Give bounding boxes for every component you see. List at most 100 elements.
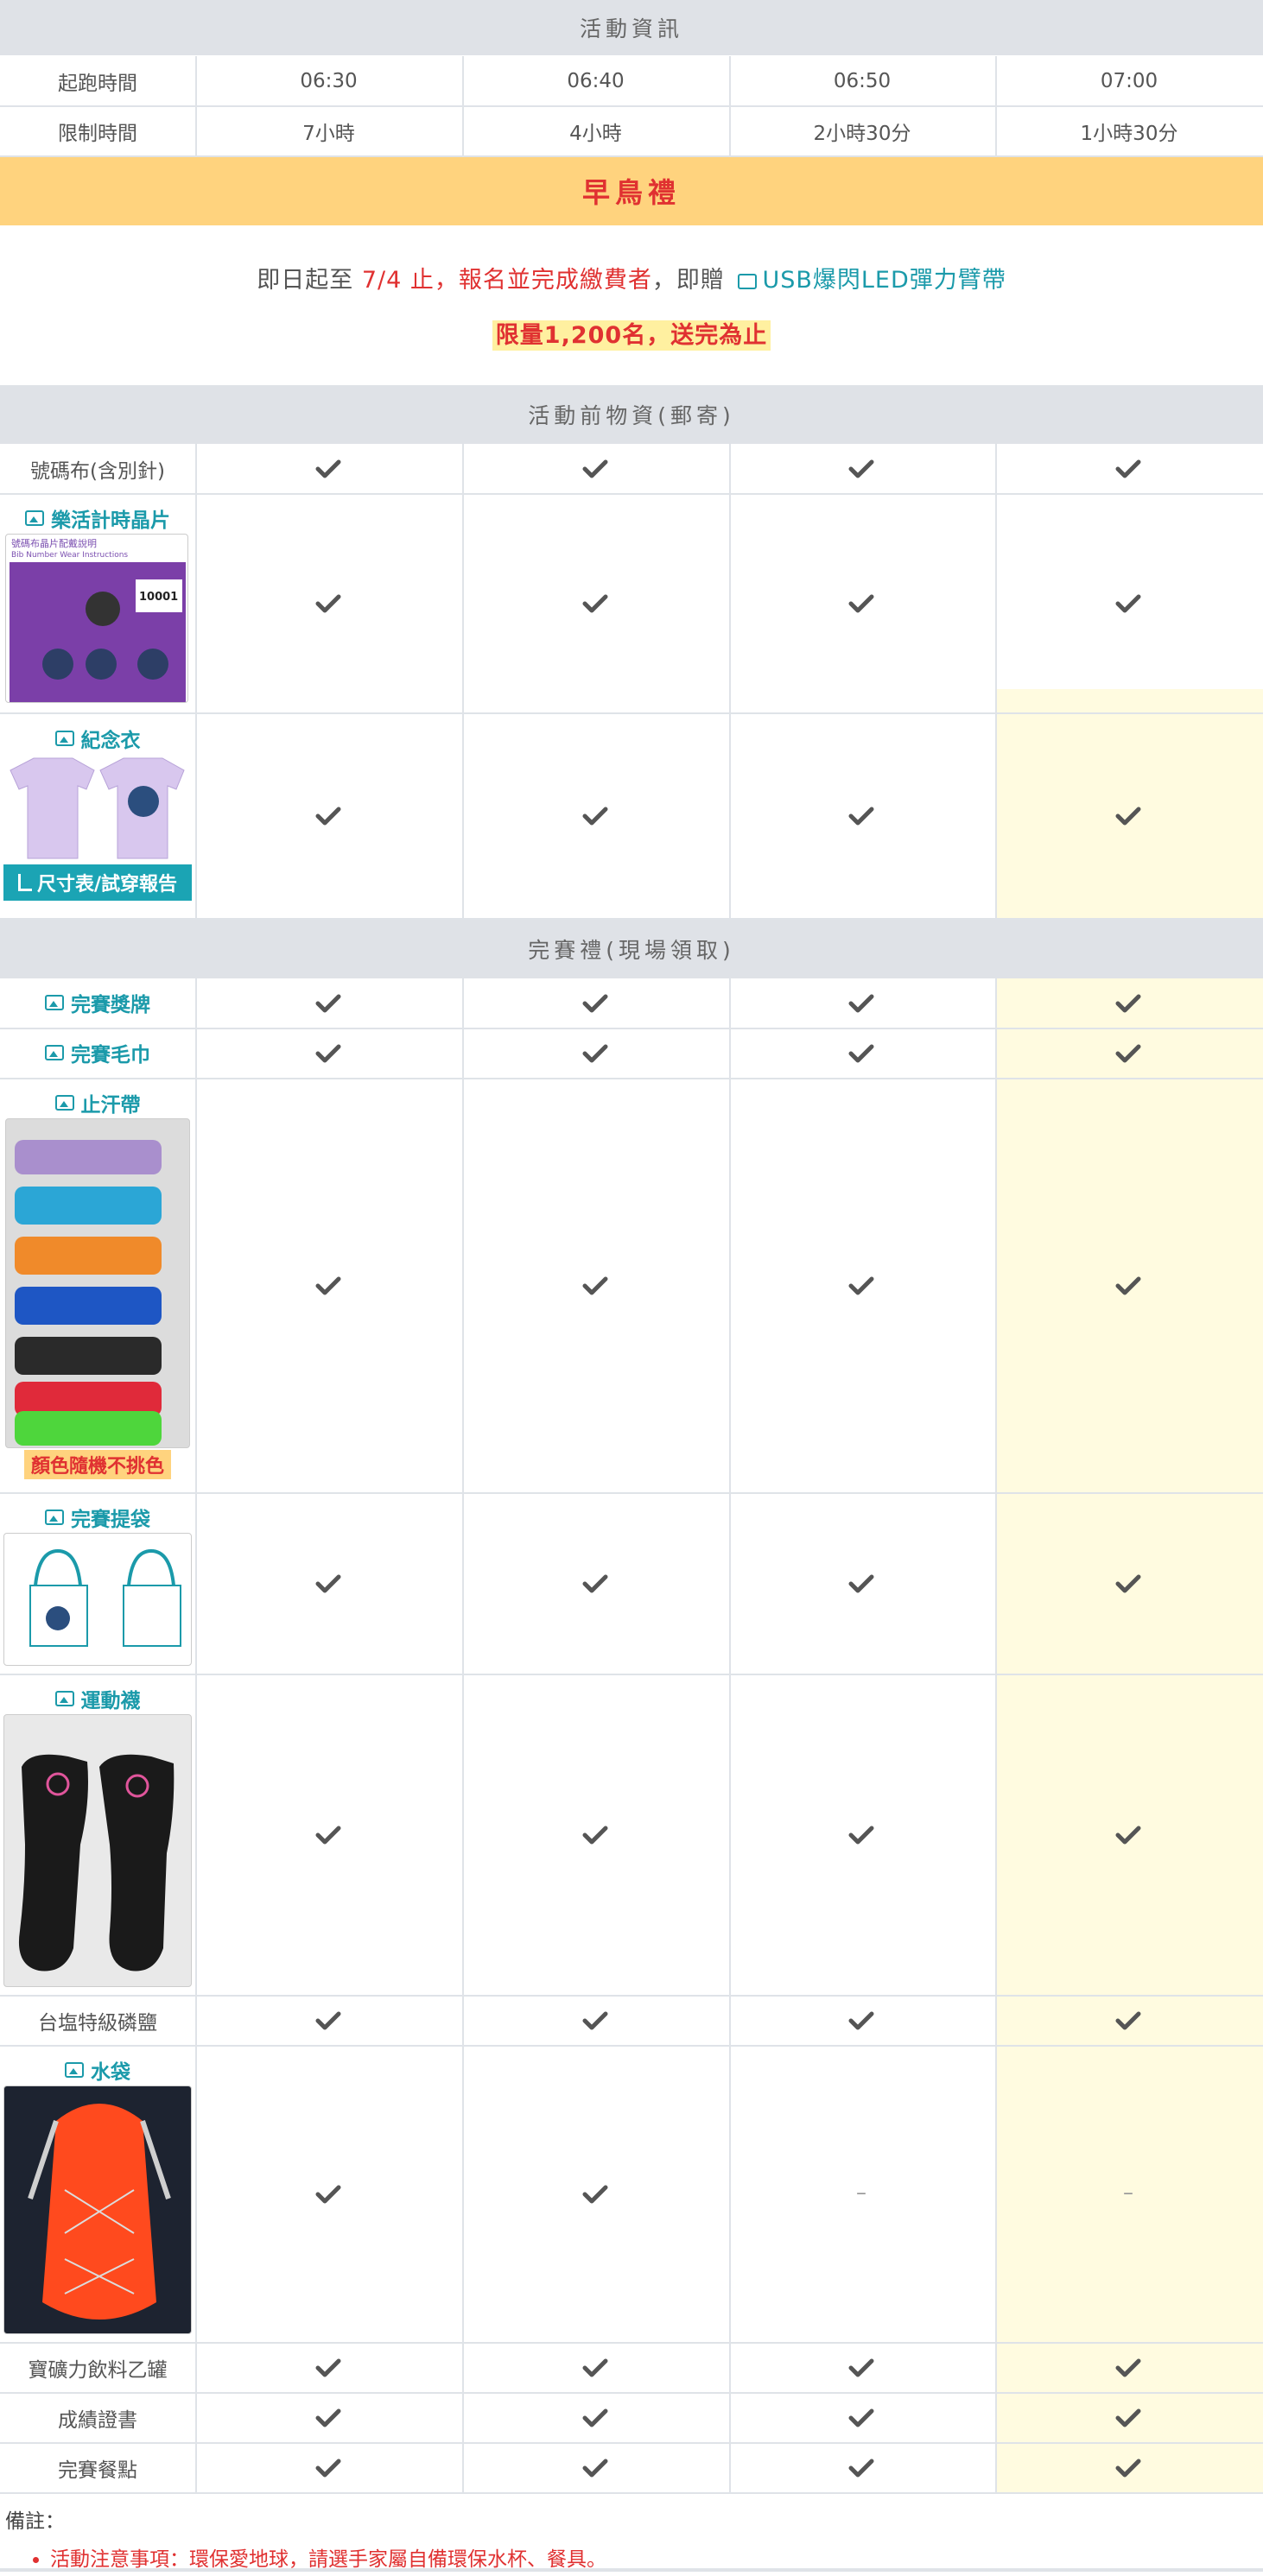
bag-image[interactable] [3,1533,192,1666]
finish-header: 完賽禮(現場領取) [0,919,1263,978]
check-icon [582,2358,608,2378]
chip-instructions-image[interactable]: 號碼布晶片配戴說明 Bib Number Wear Instructions 1… [5,534,188,703]
grid-line [995,56,997,106]
grid-line [729,2343,731,2393]
grid-line [995,1029,997,1079]
chip-link[interactable]: 樂活計時晶片 [0,501,195,535]
check-icon [582,1825,608,1845]
check-icon [315,806,341,826]
sweatband-link[interactable]: 止汗帶 [0,1085,195,1120]
gift-link[interactable]: USB爆閃LED彈力臂帶 [733,267,1006,294]
shirt-link[interactable]: 紀念衣 [0,721,195,756]
check-icon [582,2408,608,2428]
grid-line [729,494,731,713]
grid-line [195,2046,197,2343]
check-icon [1115,1043,1141,1064]
grid-line [462,1079,464,1493]
image-icon [54,1095,74,1111]
chip-bib-number: 10001 [139,591,178,604]
towel-label: 完賽毛巾 [71,1044,150,1066]
shirt-image[interactable] [3,753,192,864]
image-icon [65,2062,84,2078]
check-icon [582,2010,608,2031]
image-icon [45,1510,64,1525]
grid-line [729,1079,731,1493]
grid-line [729,978,731,1029]
meal-label: 完賽餐點 [58,2459,137,2482]
waterbag-link[interactable]: 水袋 [0,2053,195,2087]
grid-line [0,1674,1263,1675]
sweatband-purple [15,1140,162,1174]
medal-link[interactable]: 完賽獎牌 [0,985,195,1020]
check-icon [315,2408,341,2428]
not-included-dash: – [1123,2180,1133,2205]
grid-line [195,1674,197,1996]
grid-line [195,56,197,106]
grid-line [195,713,197,919]
check-icon [1115,2010,1141,2031]
grid-line [995,106,997,156]
check-icon [1115,1825,1141,1845]
promo-text: ，即贈 [651,267,725,294]
grid-line [462,713,464,919]
check-icon [848,459,874,479]
check-icon [315,2010,341,2031]
grid-line [729,56,731,106]
time-limit-value: 7小時 [302,123,355,145]
early-bird-limit: 限量1,200名，送完為止 [492,320,771,351]
early-bird-title: 早鳥禮 [0,156,1263,225]
ruler-icon [17,874,32,891]
check-icon [848,1043,874,1064]
grid-line [995,2393,997,2443]
check-icon [848,1825,874,1845]
grid-line [195,2393,197,2443]
grid-line [995,2343,997,2393]
grid-line [462,56,464,106]
socks-image[interactable] [3,1714,192,1987]
grid-line [729,2393,731,2443]
grid-line [195,1029,197,1079]
start-time-label: 起跑時間 [58,73,137,95]
sweatband-label: 止汗帶 [80,1094,141,1117]
grid-line [995,1493,997,1674]
grid-line [462,2393,464,2443]
grid-line [0,2392,1263,2394]
grid-line [195,1079,197,1493]
image-icon [54,1691,74,1706]
check-icon [1115,2408,1141,2428]
grid-line [729,1029,731,1079]
time-limit-label: 限制時間 [58,123,137,145]
image-icon [54,731,74,746]
grid-line [195,494,197,713]
bag-link[interactable]: 完賽提袋 [0,1500,195,1535]
grid-line [462,2046,464,2343]
socks-link[interactable]: 運動襪 [0,1681,195,1716]
grid-line [195,106,197,156]
grid-line [729,444,731,494]
sweatband-image[interactable] [5,1118,190,1448]
towel-link[interactable]: 完賽毛巾 [0,1035,195,1070]
grid-line [995,1996,997,2046]
check-icon [848,993,874,1014]
image-icon [25,510,44,526]
shirt-label: 紀念衣 [80,730,141,752]
grid-line [995,494,997,713]
size-chart-button[interactable]: 尺寸表/試穿報告 [3,864,192,901]
check-icon [1115,2458,1141,2478]
medal-label: 完賽獎牌 [71,994,150,1016]
grid-line [462,494,464,713]
grid-line [995,1079,997,1493]
grid-line [729,713,731,919]
check-icon [1115,1275,1141,1296]
check-icon [315,1573,341,1594]
early-bird-limit-row: 限量1,200名，送完為止 [0,316,1263,351]
grid-line [462,1029,464,1079]
grid-line [0,2568,1263,2572]
check-icon [582,993,608,1014]
grid-line [462,2443,464,2493]
waterbag-image[interactable] [3,2085,192,2334]
sweatband-orange [15,1237,162,1275]
grid-line [0,712,1263,714]
sweatband-green [15,1411,162,1446]
shirt-image-svg [10,757,185,859]
